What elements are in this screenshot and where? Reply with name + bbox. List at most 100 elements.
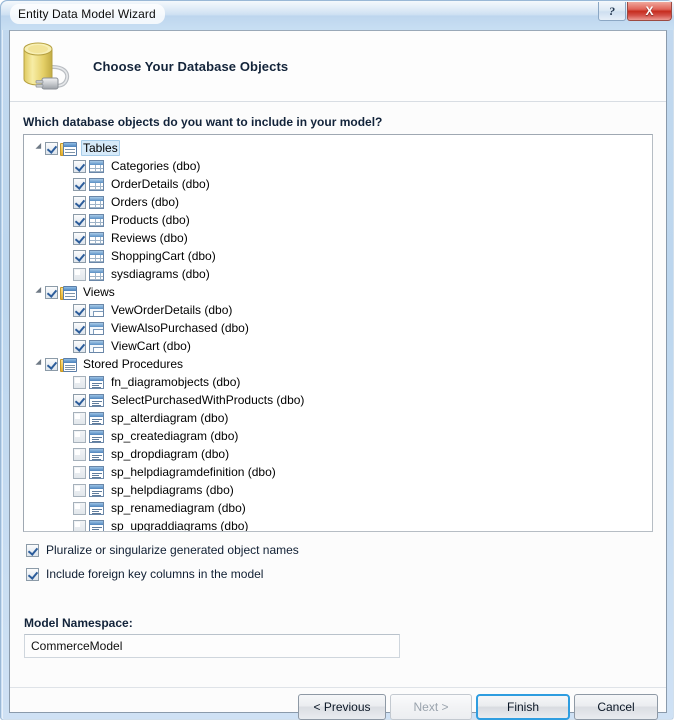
- view-icon: [88, 303, 105, 318]
- tree-group-checkbox[interactable]: [45, 285, 58, 299]
- tree-item-row[interactable]: ShoppingCart (dbo): [24, 247, 652, 265]
- tree-item-label: sysdiagrams (dbo): [111, 267, 210, 281]
- expand-triangle-icon[interactable]: [32, 355, 45, 373]
- next-button: Next >: [390, 694, 472, 720]
- tree-item-checkbox[interactable]: [73, 483, 86, 497]
- tree-item-row[interactable]: Orders (dbo): [24, 193, 652, 211]
- table-icon: [88, 213, 105, 228]
- procedure-icon: [88, 519, 105, 531]
- tree-item-row[interactable]: VewOrderDetails (dbo): [24, 301, 652, 319]
- tree-item-checkbox[interactable]: [73, 249, 86, 263]
- procedure-icon: [88, 501, 105, 516]
- tree-group-label: Views: [83, 285, 115, 299]
- table-icon: [88, 159, 105, 174]
- close-button[interactable]: X: [627, 2, 672, 21]
- database-plug-icon: [23, 42, 70, 90]
- tree-item-label: sp_renamediagram (dbo): [111, 501, 246, 515]
- option-pluralize[interactable]: Pluralize or singularize generated objec…: [26, 543, 299, 557]
- tree-item-checkbox[interactable]: [73, 177, 86, 191]
- tree-item-row[interactable]: sp_alterdiagram (dbo): [24, 409, 652, 427]
- tree-item-checkbox[interactable]: [73, 375, 86, 389]
- button-row-separator: [10, 687, 666, 688]
- tree-item-checkbox[interactable]: [73, 501, 86, 515]
- tree-item-label: SelectPurchasedWithProducts (dbo): [111, 393, 305, 407]
- tree-item-label: Reviews (dbo): [111, 231, 188, 245]
- tree-item-checkbox[interactable]: [73, 393, 86, 407]
- tree-item-label: Categories (dbo): [111, 159, 201, 173]
- option-foreign-keys-label: Include foreign key columns in the model: [46, 567, 264, 581]
- tree-item-label: Orders (dbo): [111, 195, 180, 209]
- tree-item-row[interactable]: sp_creatediagram (dbo): [24, 427, 652, 445]
- option-pluralize-checkbox[interactable]: [26, 543, 39, 557]
- tree-item-checkbox[interactable]: [73, 321, 86, 335]
- tree-group-checkbox[interactable]: [45, 141, 58, 155]
- tree-item-label: sp_alterdiagram (dbo): [111, 411, 229, 425]
- previous-button[interactable]: < Previous: [298, 694, 386, 720]
- option-foreign-keys[interactable]: Include foreign key columns in the model: [26, 567, 263, 581]
- title-bar[interactable]: Entity Data Model Wizard ? X: [1, 1, 674, 30]
- tree-item-row[interactable]: Products (dbo): [24, 211, 652, 229]
- tree-item-label: sp_dropdiagram (dbo): [111, 447, 230, 461]
- views-folder-icon: [60, 285, 77, 300]
- tree-item-row[interactable]: OrderDetails (dbo): [24, 175, 652, 193]
- tree-item-row[interactable]: fn_diagramobjects (dbo): [24, 373, 652, 391]
- table-icon: [88, 195, 105, 210]
- tree-item-checkbox[interactable]: [73, 231, 86, 245]
- window-title: Entity Data Model Wizard: [10, 4, 165, 24]
- tree-item-row[interactable]: sp_helpdiagrams (dbo): [24, 481, 652, 499]
- tree-item-checkbox[interactable]: [73, 213, 86, 227]
- tree-item-row[interactable]: SelectPurchasedWithProducts (dbo): [24, 391, 652, 409]
- tree-item-checkbox[interactable]: [73, 411, 86, 425]
- tree-item-checkbox[interactable]: [73, 195, 86, 209]
- tree-item-checkbox[interactable]: [73, 267, 86, 281]
- procedure-icon: [88, 465, 105, 480]
- tree-group-row[interactable]: Stored Procedures: [24, 355, 652, 373]
- finish-button[interactable]: Finish: [476, 694, 570, 720]
- page-title: Choose Your Database Objects: [93, 59, 289, 74]
- cancel-button[interactable]: Cancel: [574, 694, 658, 720]
- tree-item-label: sp_helpdiagramdefinition (dbo): [111, 465, 276, 479]
- tree-item-row[interactable]: sysdiagrams (dbo): [24, 265, 652, 283]
- tree-group-checkbox[interactable]: [45, 357, 58, 371]
- tree-item-row[interactable]: sp_helpdiagramdefinition (dbo): [24, 463, 652, 481]
- procedure-icon: [88, 447, 105, 462]
- tree-item-label: ViewCart (dbo): [111, 339, 191, 353]
- header-band: Choose Your Database Objects: [10, 31, 666, 102]
- tree-item-row[interactable]: sp_renamediagram (dbo): [24, 499, 652, 517]
- database-objects-tree[interactable]: Tables Categories (dbo) OrderDetails (dbo)…: [23, 134, 653, 532]
- tree-group-row[interactable]: Tables: [24, 139, 652, 157]
- procedure-icon: [88, 375, 105, 390]
- model-namespace-input[interactable]: [24, 634, 400, 658]
- tree-item-checkbox[interactable]: [73, 159, 86, 173]
- tree-item-row[interactable]: sp_upgraddiagrams (dbo): [24, 517, 652, 531]
- tree-item-checkbox[interactable]: [73, 429, 86, 443]
- tree-item-row[interactable]: Reviews (dbo): [24, 229, 652, 247]
- help-button[interactable]: ?: [598, 2, 626, 21]
- tree-group-row[interactable]: Views: [24, 283, 652, 301]
- procedure-icon: [88, 393, 105, 408]
- tree-item-checkbox[interactable]: [73, 447, 86, 461]
- tree-item-checkbox[interactable]: [73, 339, 86, 353]
- tree-item-checkbox[interactable]: [73, 303, 86, 317]
- dialog-client-area: Choose Your Database Objects Which datab…: [9, 30, 667, 720]
- option-pluralize-label: Pluralize or singularize generated objec…: [46, 543, 299, 557]
- procedure-icon: [88, 429, 105, 444]
- tree-item-checkbox[interactable]: [73, 519, 86, 531]
- tree-item-label: sp_helpdiagrams (dbo): [111, 483, 234, 497]
- procedure-icon: [88, 411, 105, 426]
- tree-item-row[interactable]: Categories (dbo): [24, 157, 652, 175]
- prompt-text: Which database objects do you want to in…: [23, 115, 383, 129]
- option-foreign-keys-checkbox[interactable]: [26, 567, 39, 581]
- model-namespace-label: Model Namespace:: [24, 616, 133, 630]
- expand-triangle-icon[interactable]: [32, 283, 45, 301]
- tree-item-label: Products (dbo): [111, 213, 190, 227]
- tree-item-row[interactable]: sp_dropdiagram (dbo): [24, 445, 652, 463]
- expand-triangle-icon[interactable]: [32, 139, 45, 157]
- tree-item-row[interactable]: ViewAlsoPurchased (dbo): [24, 319, 652, 337]
- tree-item-row[interactable]: ViewCart (dbo): [24, 337, 652, 355]
- table-icon: [88, 231, 105, 246]
- tree-item-label: sp_creatediagram (dbo): [111, 429, 239, 443]
- tree-group-label: Stored Procedures: [83, 357, 184, 371]
- tree-item-label: ShoppingCart (dbo): [111, 249, 216, 263]
- tree-item-checkbox[interactable]: [73, 465, 86, 479]
